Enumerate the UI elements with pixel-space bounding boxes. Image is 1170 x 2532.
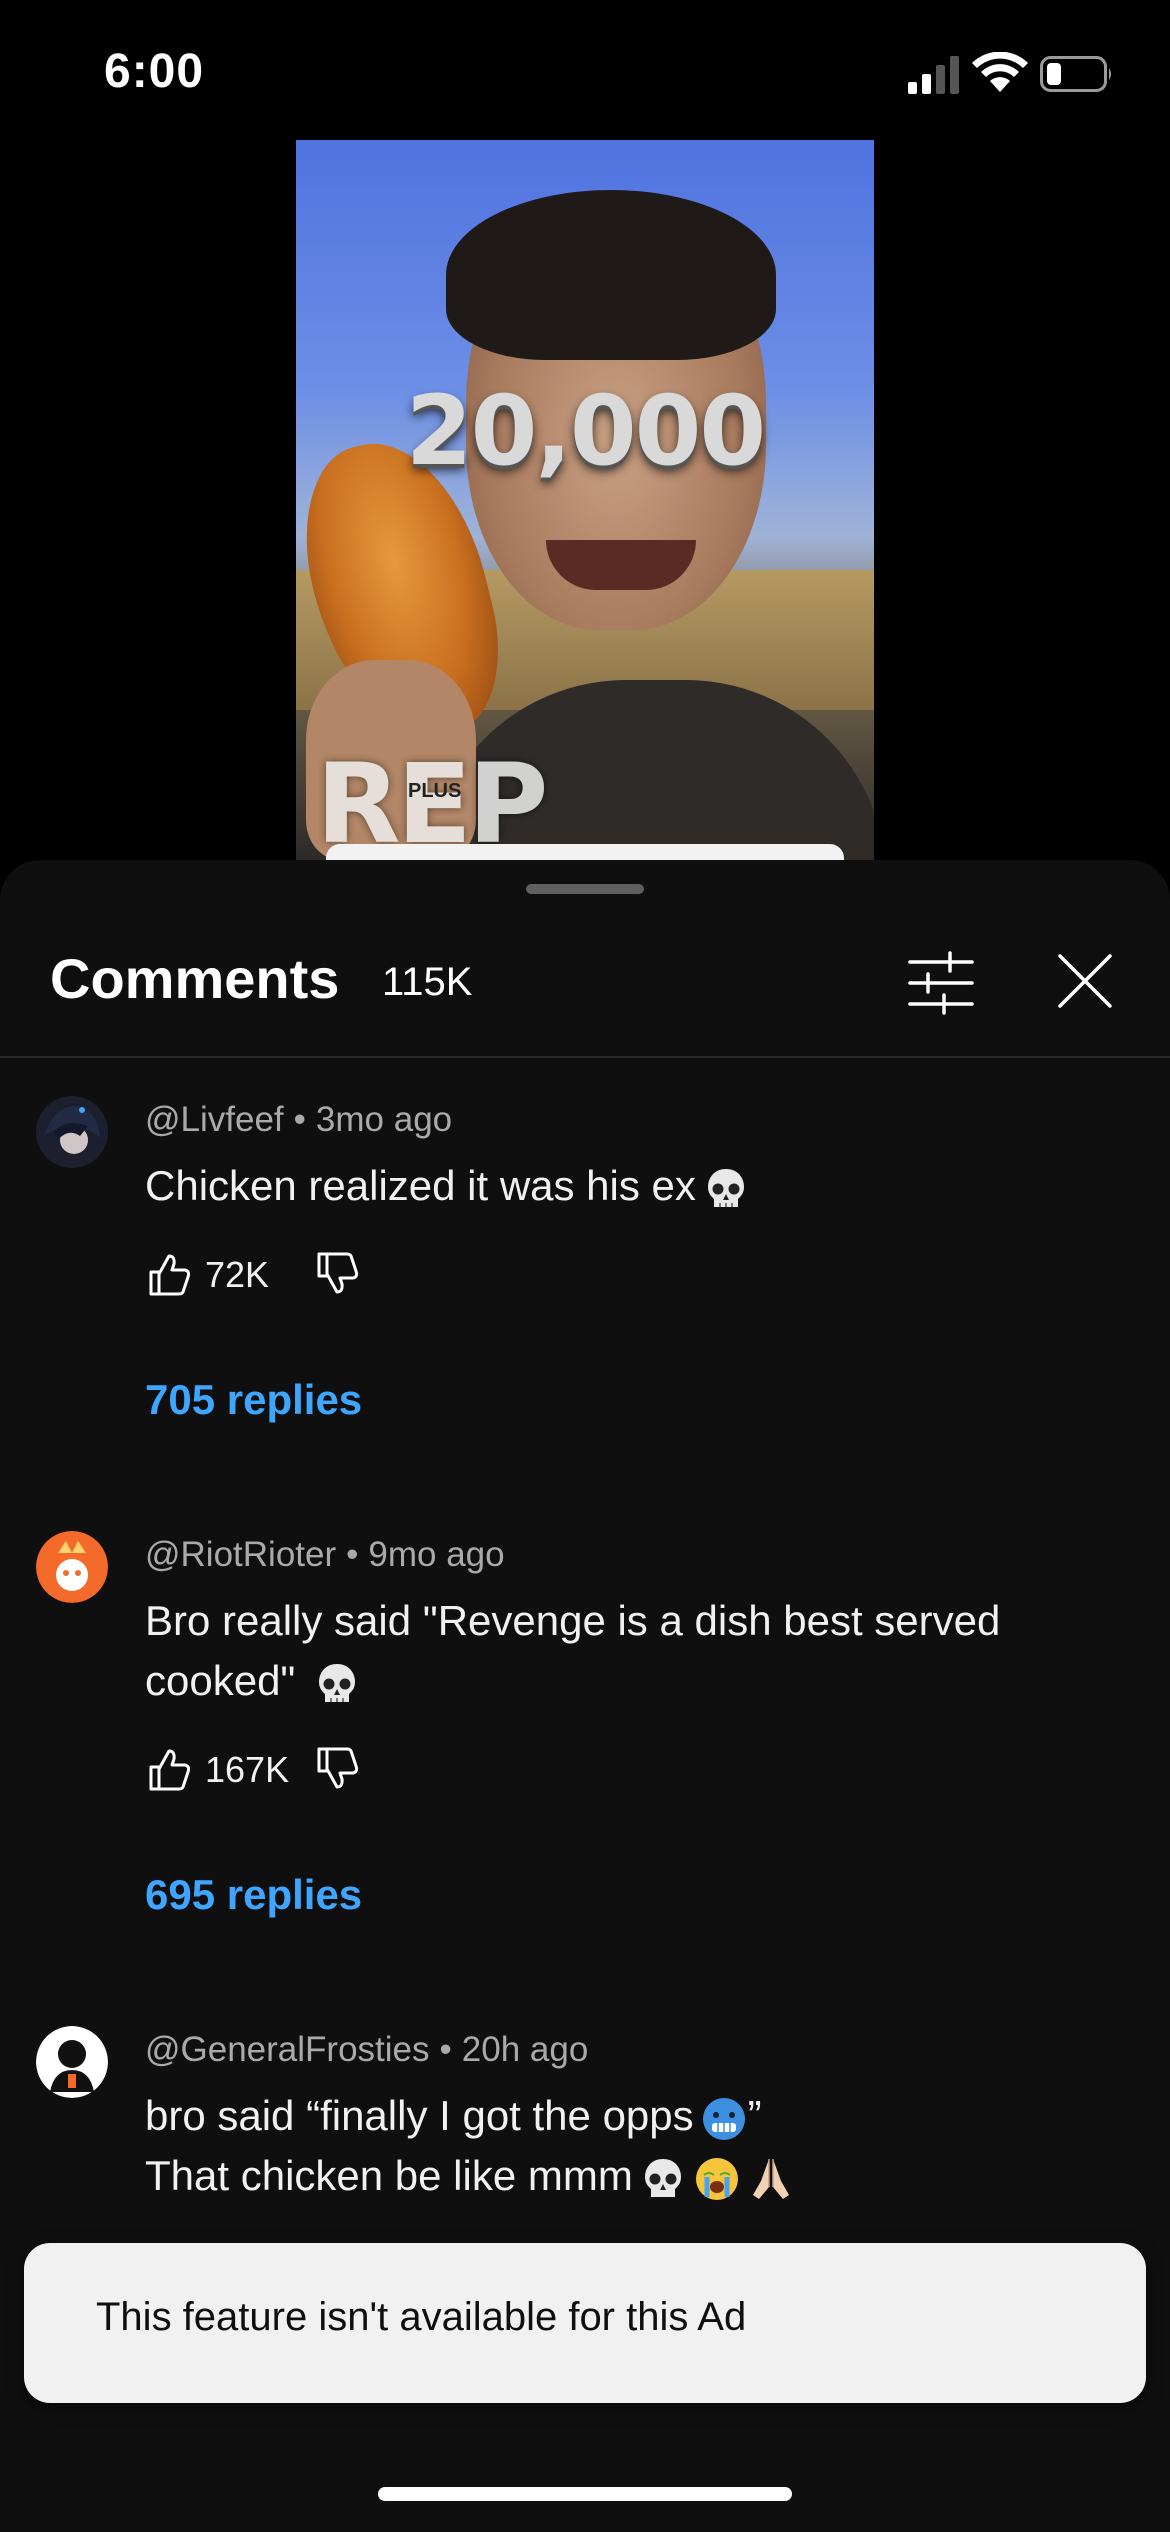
cellular-signal-icon [908,56,959,94]
comment-body-line-2-wrap: That chicken be like mmm [145,2146,1105,2206]
comments-header: Comments 115K [0,926,1170,1056]
like-count: 167K [205,1749,290,1790]
filter-sort-icon[interactable] [906,948,976,1018]
thumbs-down-icon[interactable] [313,1250,361,1298]
toast-notification: This feature isn't available for this Ad [24,2243,1146,2403]
avatar[interactable] [36,1096,108,1168]
drag-handle[interactable] [526,884,644,894]
home-indicator[interactable] [378,2487,792,2501]
skull-emoji-icon [707,1168,744,1207]
comments-count: 115K [382,960,473,1004]
video-player[interactable]: 20,000 REP PLUS [296,140,874,860]
battery-icon [1040,56,1111,92]
meta-separator: • [293,1100,306,1139]
like-count: 72K [205,1254,270,1295]
comment-body-line-1-end: ” [747,2092,762,2139]
comment-text: Chicken realized it was his ex [145,1156,1105,1216]
close-icon[interactable] [1052,948,1118,1014]
comment-time: 9mo ago [368,1535,505,1574]
meta-separator: • [439,2030,452,2069]
comment-meta: @RiotRioter • 9mo ago [145,1535,505,1575]
meta-separator: • [346,1535,359,1574]
comment-author[interactable]: @Livfeef [145,1100,284,1139]
wifi-icon [972,52,1028,92]
skull-emoji-icon [644,2158,681,2197]
toast-message: This feature isn't available for this Ad [96,2295,747,2339]
comment-text: Bro really said "Revenge is a dish best … [145,1591,1105,1711]
status-bar: 6:00 [0,0,1170,140]
video-overlay-number: 20,000 [405,375,766,487]
comment-time: 20h ago [461,2030,589,2069]
comments-title: Comments [50,947,340,1010]
skull-emoji-icon [319,1663,356,1702]
thumbs-down-icon[interactable] [313,1745,361,1793]
avatar[interactable] [36,2026,108,2098]
comment-body-line-2: cooked" [145,1657,296,1704]
avatar[interactable] [36,1531,108,1603]
folded-hands-emoji-icon [752,2158,789,2199]
comment-body-line-1-wrap: bro said “finally I got the opps ” [145,2086,1105,2146]
comment-body-line-1: bro said “finally I got the opps [145,2092,694,2139]
status-time: 6:00 [104,45,205,98]
comment-text: bro said “finally I got the opps ” That c… [145,2086,1105,2206]
comment-body-line-1: Bro really said "Revenge is a dish best … [145,1597,1001,1644]
comment-body-line-2-wrap: cooked" [145,1651,1105,1711]
thumbs-up-icon[interactable] [145,1745,193,1793]
view-replies-link[interactable]: 705 replies [145,1376,362,1424]
comment-body: Chicken realized it was his ex [145,1162,696,1209]
comment-time: 3mo ago [315,1100,453,1139]
comment-author[interactable]: @RiotRioter [145,1535,336,1574]
header-divider [0,1056,1170,1058]
comment-author[interactable]: @GeneralFrosties [145,2030,430,2069]
video-person-hair [446,190,776,360]
comment-body-line-2: That chicken be like mmm [145,2152,633,2199]
thumbs-up-icon[interactable] [145,1250,193,1298]
video-overlay-logo-small: PLUS [408,780,462,802]
view-replies-link[interactable]: 695 replies [145,1871,362,1919]
comment-meta: @Livfeef • 3mo ago [145,1100,452,1140]
video-cta-strip[interactable] [326,844,844,860]
crying-face-emoji-icon [695,2157,738,2200]
comment-meta: @GeneralFrosties • 20h ago [145,2030,588,2070]
cold-face-emoji-icon [702,2097,745,2140]
